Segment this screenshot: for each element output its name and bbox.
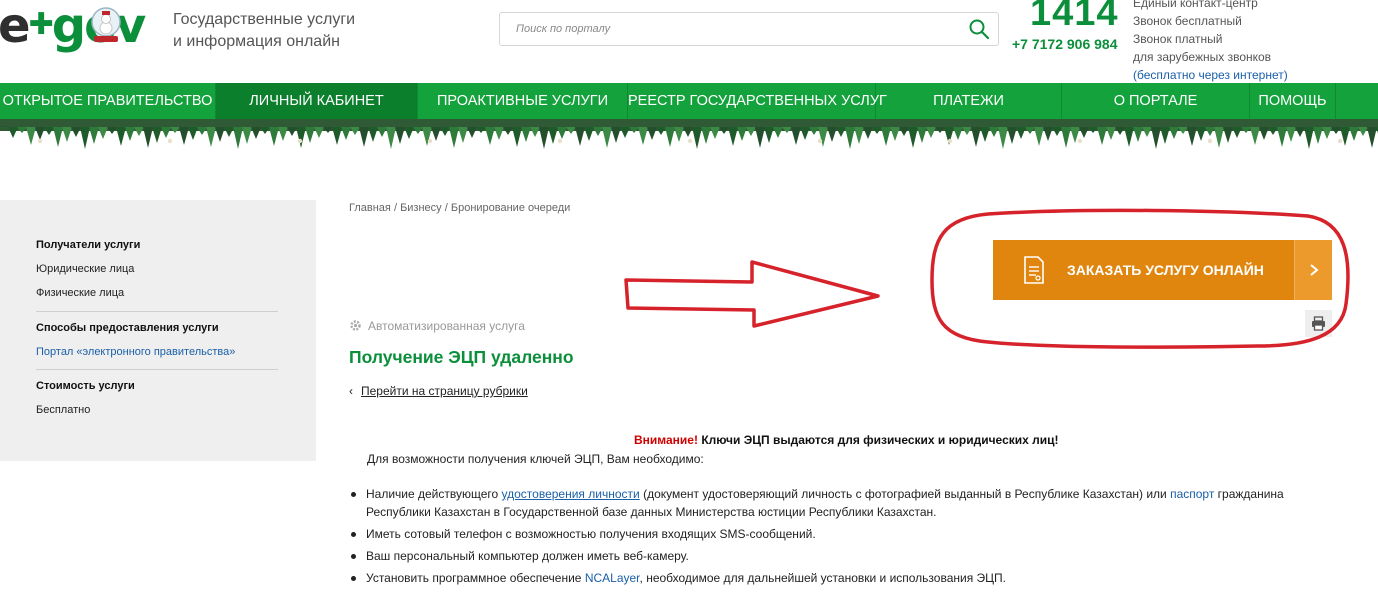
logo-letter-e: e bbox=[0, 0, 31, 54]
breadcrumb-business[interactable]: Бизнесу bbox=[400, 202, 442, 214]
service-sidebar: Получатели услуги Юридические лица Физич… bbox=[0, 200, 316, 461]
nav-proactive-services[interactable]: ПРОАКТИВНЫЕ УСЛУГИ bbox=[418, 83, 628, 119]
nav-payments[interactable]: ПЛАТЕЖИ bbox=[876, 83, 1062, 119]
list-item: Наличие действующего удостоверения лично… bbox=[349, 486, 1349, 521]
nav-about-portal[interactable]: О ПОРТАЛЕ bbox=[1062, 83, 1250, 119]
ncalayer-link[interactable]: NCALayer bbox=[585, 571, 640, 585]
red-annotation-arrow bbox=[624, 260, 880, 328]
nav-personal-cabinet[interactable]: ЛИЧНЫЙ КАБИНЕТ bbox=[216, 83, 418, 119]
main-nav: ОТКРЫТОЕ ПРАВИТЕЛЬСТВО ЛИЧНЫЙ КАБИНЕТ ПР… bbox=[0, 83, 1378, 119]
list-item: Ваш персональный компьютер должен иметь … bbox=[349, 548, 1349, 566]
nav-services-registry[interactable]: РЕЕСТР ГОСУДАРСТВЕННЫХ УСЛУГ bbox=[628, 83, 887, 119]
breadcrumb: Главная / Бизнесу / Бронирование очереди bbox=[349, 202, 571, 214]
requirements-list: Наличие действующего удостоверения лично… bbox=[349, 486, 1349, 592]
methods-title: Способы предоставления услуги bbox=[36, 322, 219, 334]
breadcrumb-home[interactable]: Главная bbox=[349, 202, 391, 214]
list-item: Установить программное обеспечение NCALa… bbox=[349, 570, 1349, 588]
recipient-legal-entities: Юридические лица bbox=[36, 263, 135, 275]
warning-label: Внимание! bbox=[634, 433, 698, 447]
breadcrumb-current: Бронирование очереди bbox=[450, 202, 571, 214]
warning-notice: Внимание! Ключи ЭЦП выдаются для физичес… bbox=[634, 433, 1059, 447]
requirements-intro: Для возможности получения ключей ЭЦП, Ва… bbox=[367, 452, 704, 466]
back-to-category-link[interactable]: ‹ Перейти на страницу рубрики bbox=[349, 384, 528, 398]
free-internet-call-link[interactable]: (бесплатно через интернет) bbox=[1133, 66, 1288, 84]
red-annotation-ellipse bbox=[930, 208, 1350, 349]
id-card-link[interactable]: удостоверения личности bbox=[502, 487, 640, 501]
cost-value: Бесплатно bbox=[36, 404, 91, 416]
nav-help[interactable]: ПОМОЩЬ bbox=[1250, 83, 1336, 119]
sidebar-divider bbox=[36, 311, 278, 312]
recipient-individuals: Физические лица bbox=[36, 287, 125, 299]
recipients-section: Получатели услуги Юридические лица Физич… bbox=[36, 239, 278, 299]
sidebar-divider bbox=[36, 369, 278, 370]
page-title: Получение ЭЦП удаленно bbox=[349, 347, 574, 367]
nav-open-government[interactable]: ОТКРЫТОЕ ПРАВИТЕЛЬСТВО bbox=[0, 83, 216, 119]
automated-service-label: Автоматизированная услуга bbox=[349, 317, 525, 333]
gear-icon bbox=[350, 320, 361, 331]
cost-title: Стоимость услуги bbox=[36, 380, 135, 392]
recipients-title: Получатели услуги bbox=[36, 239, 141, 251]
snowman-globe-icon bbox=[91, 7, 121, 42]
search-input[interactable] bbox=[500, 13, 960, 45]
cost-section: Стоимость услуги Бесплатно bbox=[36, 380, 278, 416]
passport-link[interactable]: паспорт bbox=[1170, 487, 1214, 501]
method-egov-portal-link[interactable]: Портал «электронного правительства» bbox=[36, 346, 278, 358]
site-tagline: Государственные услуги и информация онла… bbox=[173, 11, 356, 50]
site-header: e✚gov Государственные услуги и информаци… bbox=[0, 0, 1378, 83]
paid-phone-number[interactable]: +7 7172 906 984 bbox=[1012, 36, 1118, 52]
search-icon[interactable] bbox=[968, 18, 990, 40]
portal-search bbox=[499, 12, 999, 46]
holiday-garland-decoration bbox=[0, 119, 1378, 149]
contact-info: Единый контакт-центр Звонок бесплатный З… bbox=[1133, 0, 1288, 84]
chevron-left-icon: ‹ bbox=[349, 384, 353, 398]
contact-center-number[interactable]: 1414 bbox=[1030, 0, 1119, 35]
list-item: Иметь сотовый телефон с возможностью пол… bbox=[349, 526, 1349, 544]
egov-logo[interactable]: e✚gov bbox=[0, 0, 160, 60]
methods-section: Способы предоставления услуги Портал «эл… bbox=[36, 322, 278, 358]
